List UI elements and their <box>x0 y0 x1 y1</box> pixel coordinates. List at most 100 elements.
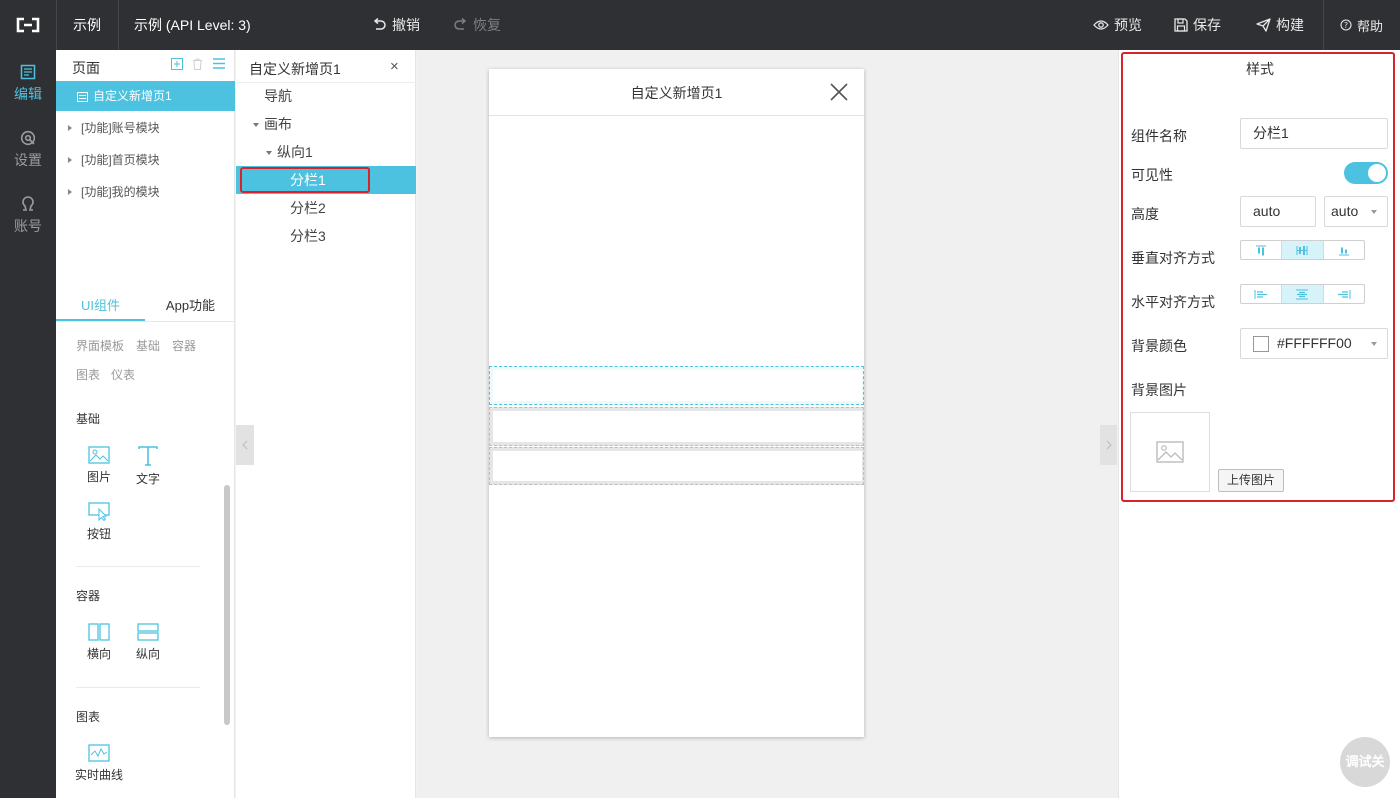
align-top-button[interactable] <box>1241 241 1283 259</box>
settings-icon <box>20 130 36 146</box>
canvas-column-2[interactable] <box>489 407 864 446</box>
page-item-account-module[interactable]: [功能]账号模块 <box>56 113 235 143</box>
canvas-column-3[interactable] <box>489 447 864 485</box>
collapse-right-handle[interactable] <box>1100 425 1117 465</box>
section-title-basic: 基础 <box>76 412 101 426</box>
section-title-chart: 图表 <box>76 710 101 724</box>
page-item-mine-module[interactable]: [功能]我的模块 <box>56 177 235 207</box>
save-button[interactable]: 保存 <box>1174 0 1221 50</box>
undo-icon <box>373 18 386 30</box>
collapse-caret-icon[interactable] <box>266 151 272 155</box>
realtime-curve-icon <box>88 744 110 762</box>
tree-node-label: 画布 <box>264 116 292 132</box>
height-label: 高度 <box>1131 206 1159 222</box>
tree-node-label: 分栏2 <box>290 200 326 216</box>
expand-caret-icon[interactable] <box>68 125 72 131</box>
app-name[interactable]: 示例 <box>73 0 101 50</box>
page-icon <box>77 92 88 102</box>
redo-button[interactable]: 恢复 <box>453 0 501 50</box>
undo-button[interactable]: 撤销 <box>372 0 420 50</box>
text-icon <box>138 446 158 466</box>
visibility-label: 可见性 <box>1131 167 1173 183</box>
filter-gauge[interactable]: 仪表 <box>111 366 135 383</box>
align-center-button[interactable] <box>1282 285 1324 303</box>
background-image-preview[interactable] <box>1130 412 1210 492</box>
chevron-right-icon <box>1106 440 1112 450</box>
expand-caret-icon[interactable] <box>68 189 72 195</box>
list-menu-icon[interactable] <box>213 58 225 69</box>
tree-node-canvas[interactable]: 画布 <box>236 110 416 138</box>
filter-templates[interactable]: 界面模板 <box>76 337 124 354</box>
tree-node-column-3[interactable]: 分栏3 <box>236 222 416 250</box>
tree-node-column-2[interactable]: 分栏2 <box>236 194 416 222</box>
height-input[interactable]: auto <box>1240 196 1316 227</box>
add-page-icon[interactable] <box>171 58 183 70</box>
filter-chart[interactable]: 图表 <box>76 366 100 383</box>
tree-node-vertical-1[interactable]: 纵向1 <box>236 138 416 166</box>
page-item-label: [功能]首页模块 <box>81 153 160 167</box>
nav-item-edit[interactable]: 编辑 <box>0 56 56 112</box>
align-right-button[interactable] <box>1324 285 1364 303</box>
page-item-label: [功能]账号模块 <box>81 121 160 135</box>
svg-text:?: ? <box>1344 21 1348 30</box>
help-icon: ? <box>1340 19 1352 31</box>
background-color-picker[interactable]: #FFFFFF00 <box>1240 328 1388 359</box>
tab-app-functions[interactable]: App功能 <box>146 290 235 321</box>
style-panel-title: 样式 <box>1246 61 1274 77</box>
component-tabs: UI组件 App功能 <box>56 290 235 322</box>
debug-toggle-button[interactable]: 调试关 <box>1340 737 1390 787</box>
component-list-scrollbar[interactable] <box>224 485 230 725</box>
left-nav: 编辑 设置 账号 <box>0 50 56 798</box>
build-button[interactable]: 构建 <box>1256 0 1304 50</box>
align-center-icon <box>1296 289 1309 299</box>
save-icon <box>1174 18 1188 32</box>
close-icon[interactable] <box>829 82 849 102</box>
preview-button[interactable]: 预览 <box>1093 0 1142 50</box>
align-bottom-button[interactable] <box>1324 241 1364 259</box>
delete-page-icon[interactable] <box>192 58 203 70</box>
help-button[interactable]: ? 帮助 <box>1340 0 1383 50</box>
page-item-custom-1[interactable]: 自定义新增页1 <box>56 81 235 111</box>
component-image[interactable]: 图片 <box>74 446 124 485</box>
component-name-input[interactable]: 分栏1 <box>1240 118 1388 149</box>
collapse-caret-icon[interactable] <box>253 123 259 127</box>
component-horizontal[interactable]: 横向 <box>74 623 124 662</box>
component-button[interactable]: 按钮 <box>74 502 124 542</box>
align-middle-button[interactable] <box>1282 241 1324 259</box>
tab-ui-components[interactable]: UI组件 <box>56 290 145 321</box>
tree-node-navigation[interactable]: 导航 <box>236 82 416 110</box>
selection-highlight-box <box>240 167 370 193</box>
height-unit-value: auto <box>1331 203 1359 219</box>
page-item-label: [功能]我的模块 <box>81 185 160 199</box>
redo-icon <box>454 18 467 30</box>
align-left-button[interactable] <box>1241 285 1283 303</box>
page-panel-title: 页面 <box>72 60 100 76</box>
component-vertical[interactable]: 纵向 <box>123 623 173 662</box>
tree-header: 自定义新增页1 × <box>236 50 416 83</box>
align-left-icon <box>1254 289 1268 299</box>
top-bar: 示例 示例 (API Level: 3) 撤销 恢复 预览 保存 构建 ? 帮助 <box>0 0 1400 50</box>
component-text[interactable]: 文字 <box>123 446 173 487</box>
logo-icon[interactable] <box>0 0 56 50</box>
expand-caret-icon[interactable] <box>68 157 72 163</box>
height-unit-select[interactable]: auto <box>1324 196 1388 227</box>
component-realtime-curve[interactable]: 实时曲线 <box>71 744 127 783</box>
component-label: 图片 <box>86 470 111 484</box>
vertical-layout-icon <box>137 623 159 641</box>
page-item-home-module[interactable]: [功能]首页模块 <box>56 145 235 175</box>
component-label: 实时曲线 <box>74 768 123 782</box>
dropdown-arrow-icon <box>1371 210 1377 214</box>
filter-basic[interactable]: 基础 <box>136 337 160 354</box>
canvas-column-1[interactable] <box>489 366 864 405</box>
background-color-value: #FFFFFF00 <box>1277 335 1352 351</box>
upload-image-button[interactable]: 上传图片 <box>1218 469 1285 492</box>
vertical-align-label: 垂直对齐方式 <box>1131 250 1215 266</box>
preview-label: 预览 <box>1114 17 1142 33</box>
background-color-label: 背景颜色 <box>1131 338 1187 354</box>
visibility-toggle[interactable] <box>1344 162 1388 184</box>
close-icon[interactable]: × <box>390 58 399 75</box>
collapse-left-handle[interactable] <box>236 425 254 465</box>
filter-container[interactable]: 容器 <box>172 337 196 354</box>
nav-item-account[interactable]: 账号 <box>0 188 56 244</box>
nav-item-settings[interactable]: 设置 <box>0 122 56 178</box>
